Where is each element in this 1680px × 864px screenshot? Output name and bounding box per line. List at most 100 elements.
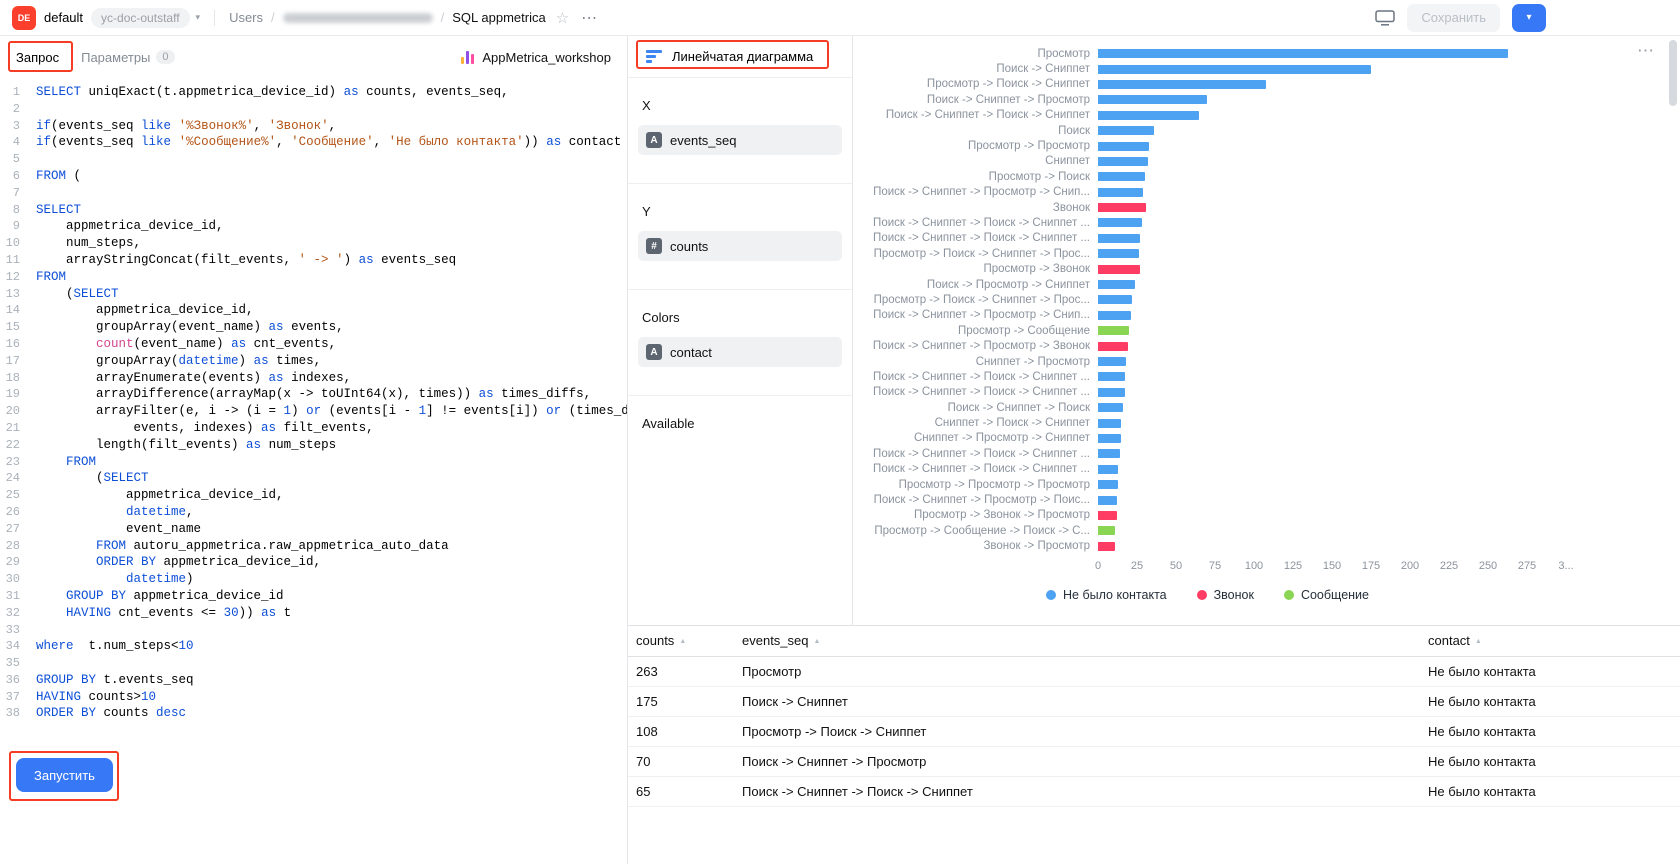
chart-bar[interactable] [1098, 480, 1118, 489]
string-type-icon: A [646, 344, 662, 360]
field-chip-events_seq[interactable]: Aevents_seq [638, 125, 842, 155]
code-line: 26 datetime, [0, 504, 627, 521]
line-number: 34 [0, 638, 36, 655]
chart-bar[interactable] [1098, 157, 1148, 166]
code-line: 11 arrayStringConcat(filt_events, ' -> '… [0, 252, 627, 269]
chart-row: Поиск -> Сниппет -> Просмотр -> Снип... [853, 308, 1680, 323]
save-dropdown-button[interactable]: ▾ [1512, 4, 1546, 32]
table-cell: Не было контакта [1420, 656, 1680, 686]
table-cell: 108 [628, 716, 734, 746]
code-line: 29 ORDER BY appmetrica_device_id, [0, 554, 627, 571]
chart-bar[interactable] [1098, 403, 1123, 412]
chart-row: Сниппет -> Поиск -> Сниппет [853, 415, 1680, 430]
table-cell: Не было контакта [1420, 776, 1680, 806]
field-name: events_seq [670, 133, 737, 148]
chart-bar[interactable] [1098, 49, 1508, 58]
code-line: 34where t.num_steps<10 [0, 638, 627, 655]
run-button[interactable]: Запустить [16, 758, 113, 792]
breadcrumb-user-redacted[interactable] [283, 13, 433, 23]
axis-tick-label: 250 [1479, 560, 1497, 572]
chart-bar[interactable] [1098, 419, 1121, 428]
code-line: 12FROM [0, 269, 627, 286]
save-button[interactable]: Сохранить [1407, 4, 1500, 32]
legend-item[interactable]: Сообщение [1284, 588, 1369, 602]
chart-bar[interactable] [1098, 311, 1131, 320]
chart-bar[interactable] [1098, 142, 1149, 151]
line-number: 1 [0, 84, 36, 101]
scrollbar-thumb[interactable] [1669, 40, 1677, 106]
chevron-down-icon[interactable]: ▾ [196, 12, 201, 23]
star-icon[interactable]: ☆ [556, 9, 569, 27]
table-cell: Не было контакта [1420, 686, 1680, 716]
chart-row: Просмотр -> Просмотр [853, 138, 1680, 153]
chart-bar[interactable] [1098, 434, 1121, 443]
chart-bar[interactable] [1098, 126, 1154, 135]
chart-bar[interactable] [1098, 80, 1266, 89]
chart-bar[interactable] [1098, 111, 1199, 120]
line-number: 11 [0, 252, 36, 269]
field-chip-contact[interactable]: Acontact [638, 337, 842, 367]
axis-tick-label: 50 [1170, 560, 1182, 572]
chart-row: Звонок [853, 200, 1680, 215]
sql-editor[interactable]: 1SELECT uniqExact(t.appmetrica_device_id… [0, 78, 627, 864]
breadcrumb-separator: / [441, 10, 445, 25]
code-line: 23 FROM [0, 454, 627, 471]
chart-bar[interactable] [1098, 496, 1117, 505]
chart-bar[interactable] [1098, 511, 1117, 520]
axis-tick-label: 0 [1095, 560, 1101, 572]
table-row: 108Просмотр -> Поиск -> СниппетНе было к… [628, 716, 1680, 746]
chart-bar[interactable] [1098, 526, 1115, 535]
tab-query[interactable]: Запрос [16, 50, 59, 65]
line-number: 7 [0, 185, 36, 202]
chart-bar[interactable] [1098, 234, 1140, 243]
more-icon[interactable]: ⋯ [581, 8, 598, 28]
chart-bar[interactable] [1098, 388, 1125, 397]
chart-pane: ⋯ ПросмотрПоиск -> СниппетПросмотр -> По… [853, 36, 1680, 625]
line-number: 37 [0, 689, 36, 706]
chart-row: Сниппет [853, 154, 1680, 169]
tab-params[interactable]: Параметры 0 [81, 50, 174, 65]
code-line: 3if(events_seq like '%Звонок%', 'Звонок'… [0, 118, 627, 135]
breadcrumb-users[interactable]: Users [229, 10, 263, 25]
folder-pill[interactable]: yc-doc-outstaff [91, 8, 189, 28]
column-header-contact[interactable]: contact▲ [1420, 626, 1680, 656]
chart-bar[interactable] [1098, 542, 1115, 551]
chart-bar[interactable] [1098, 357, 1126, 366]
monitor-icon[interactable] [1375, 10, 1395, 26]
line-number: 9 [0, 218, 36, 235]
chart-bar[interactable] [1098, 218, 1142, 227]
chart-row: Сниппет -> Просмотр -> Сниппет [853, 431, 1680, 446]
chart-bar[interactable] [1098, 249, 1139, 258]
axis-tick-label: 175 [1362, 560, 1380, 572]
code-line: 5 [0, 151, 627, 168]
datalens-logo[interactable]: DE [12, 6, 36, 30]
chart-bar[interactable] [1098, 326, 1129, 335]
chart-category-label: Поиск -> Сниппет -> Просмотр -> Снип... [853, 309, 1098, 321]
legend-item[interactable]: Звонок [1197, 588, 1254, 602]
chart-bar[interactable] [1098, 95, 1207, 104]
dataset-link[interactable]: AppMetrica_workshop [461, 50, 611, 65]
chart-bar[interactable] [1098, 203, 1146, 212]
topbar: DE default yc-doc-outstaff ▾ Users / / S… [0, 0, 1680, 36]
chart-bar[interactable] [1098, 265, 1140, 274]
chart-bar[interactable] [1098, 280, 1135, 289]
axis-tick-label: 3... [1558, 560, 1573, 572]
field-name: counts [670, 239, 708, 254]
chart-type-selector[interactable]: Линейчатая диаграмма [628, 36, 852, 78]
chart-bar[interactable] [1098, 172, 1145, 181]
line-number: 10 [0, 235, 36, 252]
chart-bar[interactable] [1098, 465, 1118, 474]
code-line: 32 HAVING cnt_events <= 30)) as t [0, 605, 627, 622]
code-line: 6FROM ( [0, 168, 627, 185]
column-header-counts[interactable]: counts▲ [628, 626, 734, 656]
legend-item[interactable]: Не было контакта [1046, 588, 1167, 602]
chart-bar[interactable] [1098, 372, 1125, 381]
chart-bar[interactable] [1098, 449, 1120, 458]
chart-bar[interactable] [1098, 65, 1371, 74]
line-number: 29 [0, 554, 36, 571]
chart-bar[interactable] [1098, 188, 1143, 197]
chart-bar[interactable] [1098, 342, 1128, 351]
column-header-events_seq[interactable]: events_seq▲ [734, 626, 1420, 656]
field-chip-counts[interactable]: #counts [638, 231, 842, 261]
chart-bar[interactable] [1098, 295, 1132, 304]
